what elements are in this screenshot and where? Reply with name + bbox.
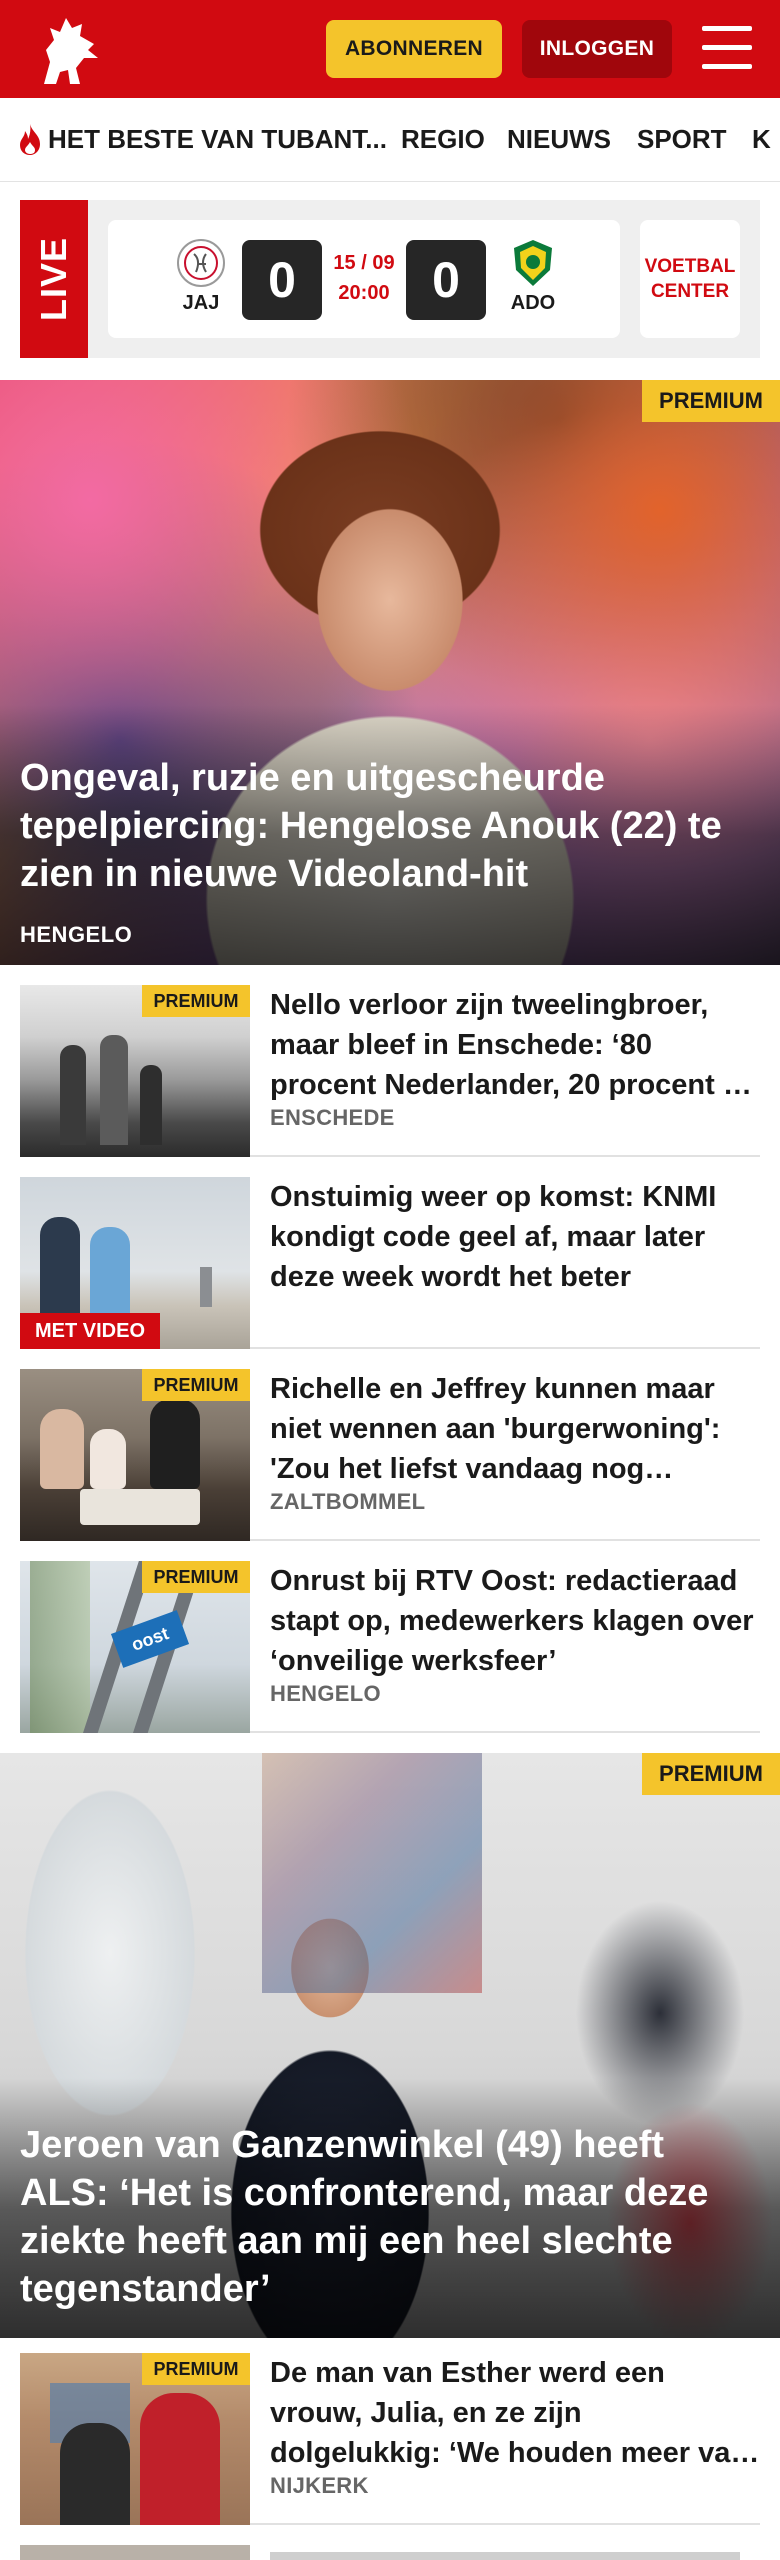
nav-item-sport[interactable]: SPORT [637,124,727,155]
hero-article[interactable]: PREMIUM Jeroen van Ganzenwinkel (49) hee… [0,1753,780,2338]
list-item[interactable]: oost PREMIUM Onrust bij RTV Oost: redact… [20,1561,760,1733]
top-bar: ABONNEREN INLOGGEN [0,0,780,98]
article-location: ZALTBOMMEL [270,1489,426,1514]
article-location: HENGELO [270,1681,381,1706]
voetbal-center-link[interactable]: VOETBAL CENTER [640,220,740,338]
article-title: Onrust bij RTV Oost: redactieraad stapt … [270,1565,754,1677]
article-thumbnail: PREMIUM [20,985,250,1157]
match-datetime: 15 / 09 20:00 [333,252,395,304]
premium-badge: PREMIUM [142,1561,250,1593]
nav-item-more[interactable]: K [752,124,771,155]
flame-icon [20,124,40,155]
premium-badge: PREMIUM [142,1369,250,1401]
next-article-title [270,2552,740,2560]
list-item[interactable]: PREMIUM Nello verloor zijn tweelingbroer… [20,985,760,1157]
article-thumbnail: PREMIUM [20,2353,250,2525]
article-title: Ongeval, ruzie en uitgescheurde tepelpie… [20,757,722,895]
article-title: Richelle en Jeffrey kunnen maar niet wen… [270,1373,721,1485]
article-location: NIJKERK [270,2473,369,2498]
section-nav: HET BESTE VAN TUBANT... REGIO NIEUWS SPO… [0,98,780,182]
photo-collage [262,1753,482,1993]
next-article-thumbnail [20,2545,250,2560]
away-score: 0 [406,240,486,320]
nav-item-best-of[interactable]: HET BESTE VAN TUBANT... [48,124,387,155]
list-item[interactable]: PREMIUM De man van Esther werd een vrouw… [20,2353,760,2525]
video-badge: MET VIDEO [20,1313,160,1349]
ajax-crest-icon [177,239,225,287]
article-title: Onstuimig weer op komst: KNMI kondigt co… [270,1181,717,1293]
article-location: ENSCHEDE [270,1105,395,1130]
list-item[interactable]: MET VIDEO Onstuimig weer op komst: KNMI … [20,1177,760,1349]
tubantia-horse-logo-icon[interactable] [36,10,106,88]
article-title: Jeroen van Ganzenwinkel (49) heeft ALS: … [20,2124,709,2310]
premium-badge: PREMIUM [642,1753,780,1795]
live-score-widget: LIVE JAJ 0 15 / 09 20:00 0 ADO VOETBAL C… [20,200,760,358]
away-team-name: ADO [510,292,556,314]
home-score: 0 [242,240,322,320]
article-location: HENGELO [20,922,133,947]
article-thumbnail: PREMIUM [20,1369,250,1541]
nav-item-nieuws[interactable]: NIEUWS [507,124,611,155]
login-button[interactable]: INLOGGEN [522,20,672,78]
premium-badge: PREMIUM [142,2353,250,2385]
nav-item-regio[interactable]: REGIO [401,124,485,155]
article-title: Nello verloor zijn tweelingbroer, maar b… [270,989,752,1101]
subscribe-button[interactable]: ABONNEREN [326,20,502,78]
home-team-name: JAJ [182,292,220,314]
live-label: LIVE [20,200,88,358]
article-thumbnail: oost PREMIUM [20,1561,250,1733]
premium-badge: PREMIUM [142,985,250,1017]
article-title: De man van Esther werd een vrouw, Julia,… [270,2357,749,2469]
list-item[interactable]: PREMIUM Richelle en Jeffrey kunnen maar … [20,1369,760,1541]
premium-badge: PREMIUM [642,380,780,422]
ado-crest-icon [514,240,552,286]
menu-icon[interactable] [702,26,752,70]
match-card[interactable]: JAJ 0 15 / 09 20:00 0 ADO [108,220,620,338]
hero-article[interactable]: PREMIUM Ongeval, ruzie en uitgescheurde … [0,380,780,965]
article-thumbnail: MET VIDEO [20,1177,250,1349]
